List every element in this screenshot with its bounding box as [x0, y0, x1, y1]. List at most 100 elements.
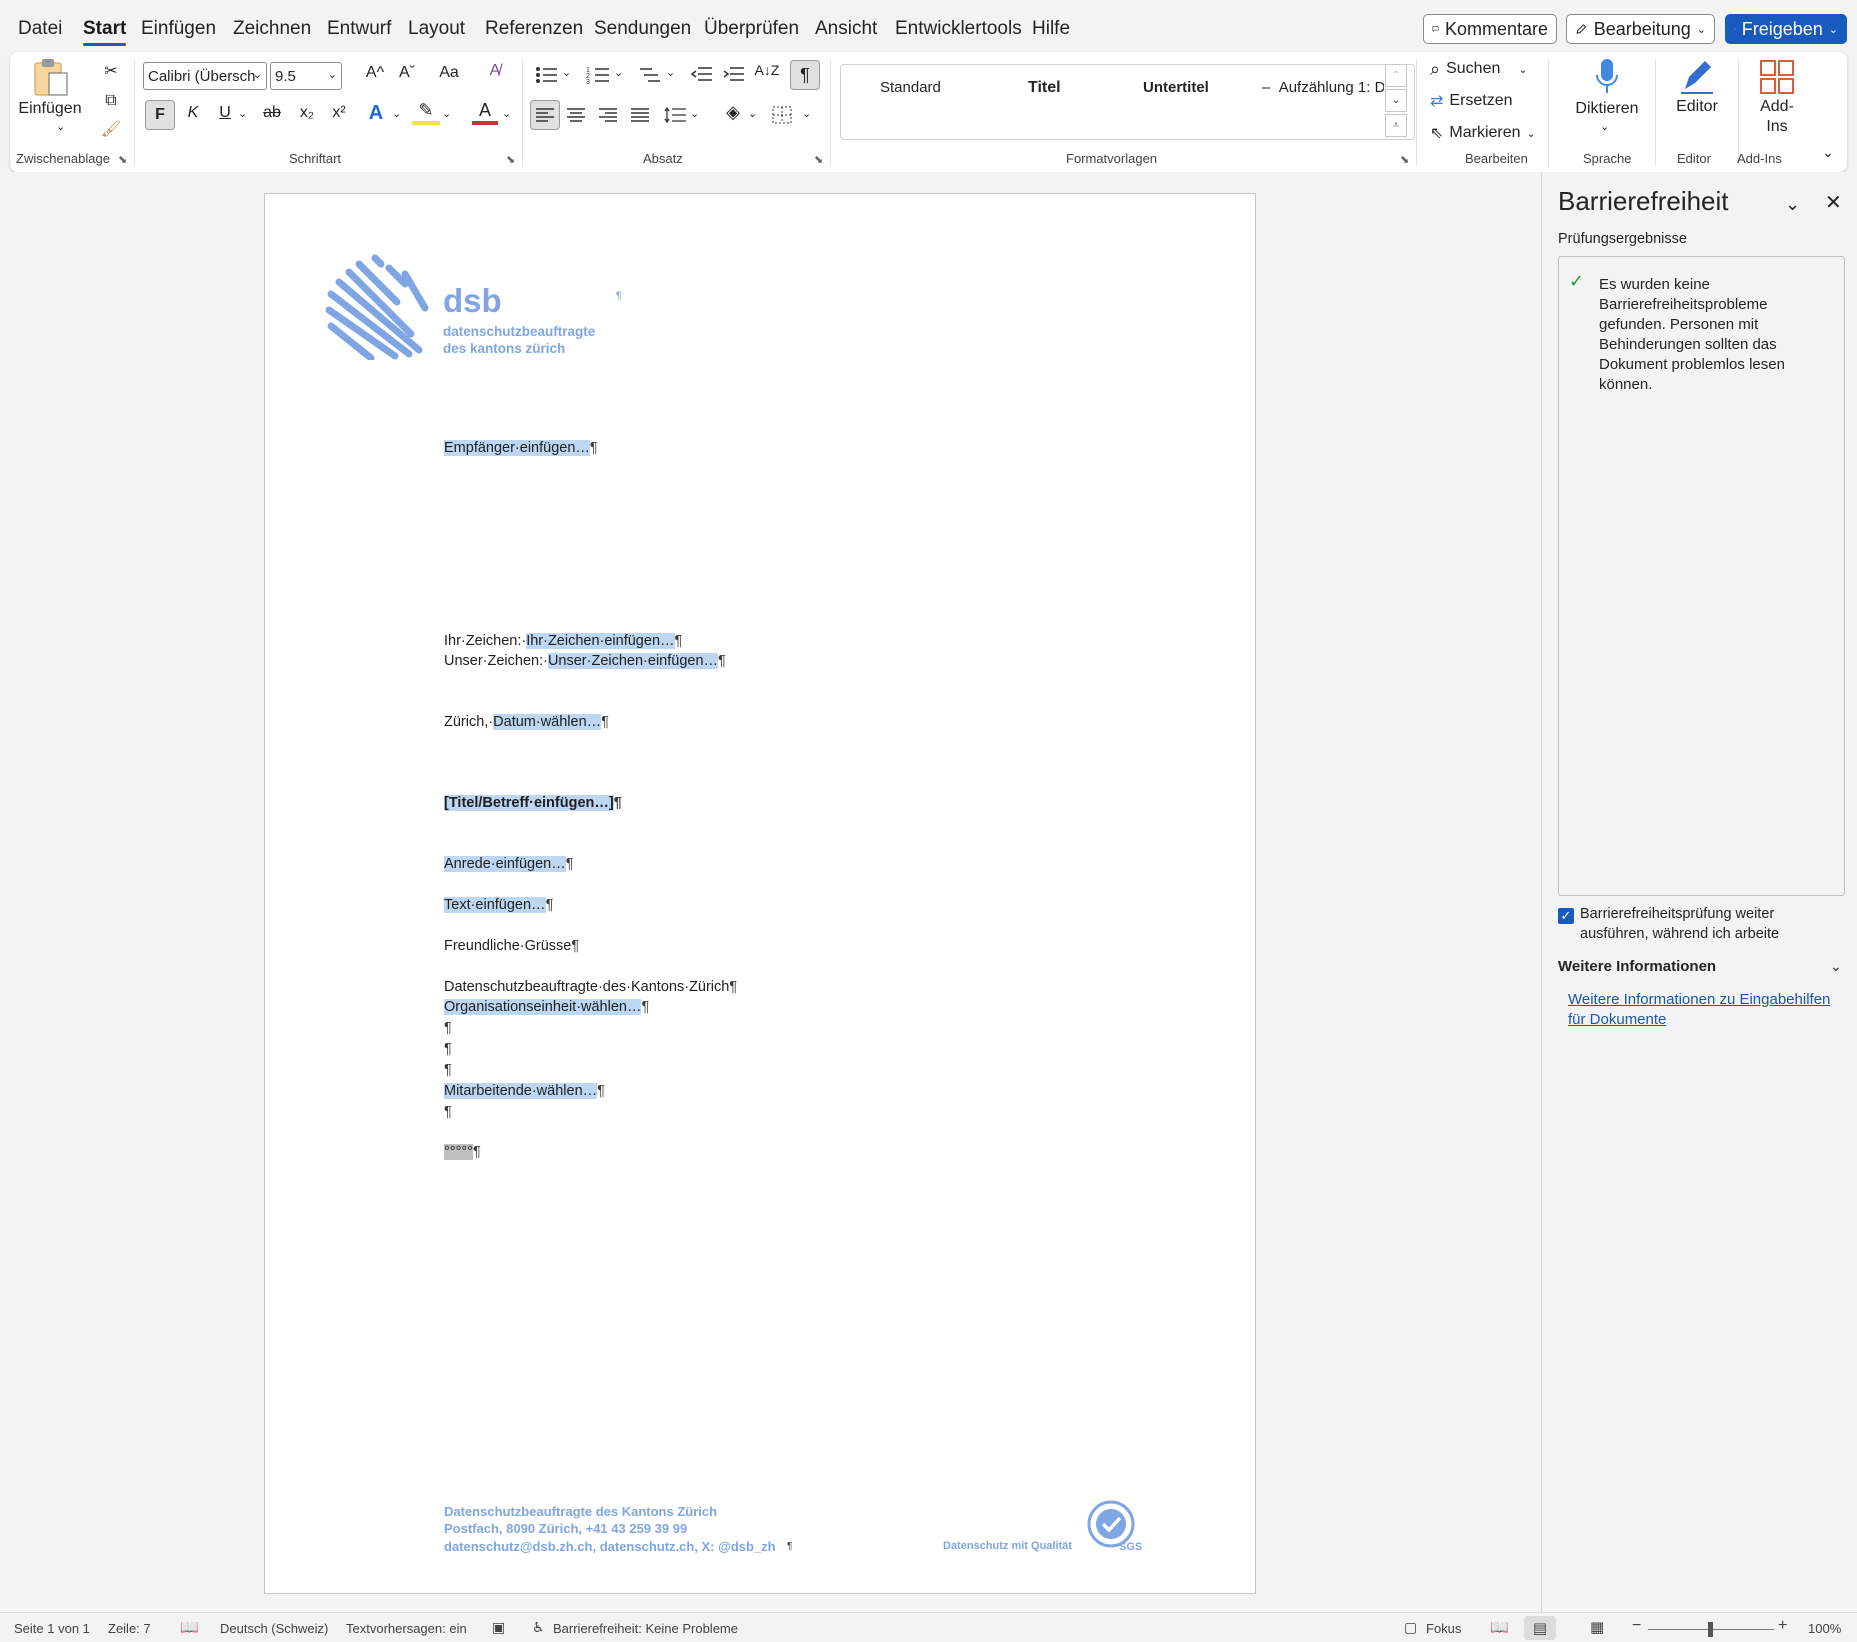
tab-datei[interactable]: Datei	[18, 18, 62, 40]
chevron-down-icon[interactable]: ⌄	[502, 107, 511, 120]
underline-button[interactable]: U	[212, 104, 238, 122]
zoom-out-icon[interactable]: −	[1632, 1617, 1641, 1635]
salutation-field[interactable]: Anrede·einfügen…	[444, 856, 566, 872]
salutation-line[interactable]: Anrede·einfügen…¶	[444, 856, 574, 872]
replace-button[interactable]: ⇄ Ersetzen	[1430, 88, 1513, 114]
staff-field[interactable]: Mitarbeitende·wählen…	[444, 1083, 598, 1099]
chevron-down-icon[interactable]: ⌄	[442, 107, 451, 120]
tab-hilfe[interactable]: Hilfe	[1032, 18, 1070, 40]
keep-running-label-line1[interactable]: Barrierefreiheitsprüfung weiter	[1580, 906, 1774, 922]
tab-sendungen[interactable]: Sendungen	[594, 18, 691, 40]
show-formatting-marks-button[interactable]: ¶	[790, 60, 820, 90]
zoom-slider-thumb[interactable]	[1708, 1622, 1713, 1637]
ribbon-collapse-chevron-icon[interactable]: ⌄	[1822, 144, 1834, 161]
ref-yours-line[interactable]: Ihr·Zeichen:·Ihr·Zeichen·einfügen…¶	[444, 633, 682, 649]
chevron-down-icon[interactable]: ⌄	[748, 107, 757, 120]
tab-referenzen[interactable]: Referenzen	[485, 18, 583, 40]
shading-icon[interactable]: ◈	[720, 102, 746, 123]
addins-label-line2[interactable]: Ins	[1746, 118, 1808, 136]
status-line[interactable]: Zeile: 7	[108, 1621, 151, 1636]
macro-recording-icon[interactable]: ▣	[492, 1619, 505, 1636]
justify-icon[interactable]	[630, 106, 650, 124]
ref-ours-field[interactable]: Unser·Zeichen·einfügen…	[547, 653, 719, 669]
body-line[interactable]: Text·einfügen…¶	[444, 897, 553, 913]
empty-paragraph[interactable]: ¶	[444, 1020, 452, 1036]
editor-label[interactable]: Editor	[1662, 98, 1732, 116]
find-button[interactable]: ⌕ Suchen ⌄	[1430, 56, 1528, 82]
style-titel[interactable]: Titel	[1028, 79, 1061, 97]
tab-start[interactable]: Start	[83, 18, 127, 46]
dialog-launcher-icon[interactable]: ⬊	[814, 153, 823, 166]
font-size-select[interactable]: 9.5 ⌄	[270, 62, 342, 90]
status-page[interactable]: Seite 1 von 1	[14, 1621, 90, 1636]
dictate-label[interactable]: Diktieren	[1570, 100, 1644, 118]
status-predictions[interactable]: Textvorhersagen: ein	[346, 1621, 467, 1636]
form-field-placeholder[interactable]: °°°°°	[444, 1144, 473, 1160]
cut-button[interactable]: ✂	[98, 58, 124, 84]
bold-button[interactable]: F	[145, 100, 175, 130]
text-effects-icon[interactable]: A	[362, 102, 390, 125]
chevron-down-icon[interactable]: ⌄	[666, 66, 675, 79]
align-center-icon[interactable]	[566, 106, 586, 124]
keep-running-checkbox[interactable]: ✓	[1558, 908, 1574, 924]
empty-paragraph[interactable]: ¶	[444, 1104, 452, 1120]
addins-button[interactable]	[1746, 56, 1808, 98]
staff-line[interactable]: Mitarbeitende·wählen…¶	[444, 1083, 605, 1099]
style-aufzaehlung[interactable]: – Aufzählung 1: D:	[1262, 79, 1384, 96]
copy-button[interactable]: ⧉	[98, 88, 124, 114]
format-painter-button[interactable]: 🖌	[98, 116, 124, 142]
chevron-down-icon[interactable]: ⌄	[1785, 194, 1800, 215]
line-spacing-icon[interactable]	[664, 106, 686, 124]
tab-entwicklertools[interactable]: Entwicklertools	[895, 18, 1022, 40]
chevron-down-icon[interactable]: ⌄	[802, 107, 811, 120]
font-name-select[interactable]: Calibri (Übersch ⌄	[143, 62, 267, 90]
subject-field[interactable]: [Titel/Betreff·einfügen…]	[444, 795, 614, 811]
ref-ours-line[interactable]: Unser·Zeichen:·Unser·Zeichen·einfügen…¶	[444, 653, 726, 669]
print-layout-icon[interactable]: ▤	[1524, 1616, 1556, 1640]
comments-button[interactable]: Kommentare	[1423, 14, 1557, 44]
share-button[interactable]: Freigeben ⌄	[1725, 14, 1847, 44]
tab-ueberpruefen[interactable]: Überprüfen	[704, 18, 799, 40]
dialog-launcher-icon[interactable]: ⬊	[118, 153, 127, 166]
clear-formatting-icon[interactable]: A̸	[482, 62, 508, 80]
sort-icon[interactable]: A↓Z	[754, 62, 780, 78]
subscript-button[interactable]: x₂	[294, 104, 320, 122]
chevron-down-icon[interactable]: ⌄	[1600, 120, 1609, 133]
strikethrough-button[interactable]: ab	[258, 104, 286, 122]
document-area[interactable]: dsb datenschutzbeauftragte des kantons z…	[0, 172, 1541, 1612]
subject-line[interactable]: [Titel/Betreff·einfügen…]¶	[444, 795, 622, 811]
chevron-down-icon[interactable]: ⌄	[238, 107, 247, 120]
chevron-down-icon[interactable]: ⌄	[690, 107, 699, 120]
font-color-button[interactable]: A	[472, 100, 498, 125]
focus-icon[interactable]: ▢	[1404, 1619, 1417, 1636]
grow-font-button[interactable]: A^	[362, 64, 388, 82]
chevron-down-icon[interactable]: ⌄	[614, 66, 623, 79]
italic-button[interactable]: K	[180, 104, 206, 122]
more-info-heading[interactable]: Weitere Informationen	[1558, 958, 1716, 975]
bullets-icon[interactable]	[534, 64, 558, 86]
chevron-down-icon[interactable]: ⌄	[56, 120, 65, 133]
tab-zeichnen[interactable]: Zeichnen	[233, 18, 311, 40]
dialog-launcher-icon[interactable]: ⬊	[1400, 153, 1409, 166]
superscript-button[interactable]: x²	[326, 104, 352, 122]
more-info-link[interactable]: Weitere Informationen zu Eingabehilfen f…	[1568, 990, 1838, 1030]
chevron-down-icon[interactable]: ⌄	[392, 107, 401, 120]
increase-indent-icon[interactable]	[722, 64, 746, 86]
recipient-field[interactable]: Empfänger·einfügen…	[444, 440, 590, 456]
empty-paragraph[interactable]: ¶	[444, 1062, 452, 1078]
chevron-down-icon[interactable]: ⌄	[562, 66, 571, 79]
styles-scroll-up[interactable]: ⌃	[1385, 64, 1407, 87]
org-unit-field[interactable]: Organisationseinheit·wählen…	[444, 999, 642, 1015]
status-zoom[interactable]: 100%	[1808, 1621, 1841, 1636]
align-right-icon[interactable]	[598, 106, 618, 124]
editing-mode-button[interactable]: Bearbeitung ⌄	[1566, 14, 1715, 44]
status-focus[interactable]: Fokus	[1426, 1621, 1461, 1636]
ref-yours-field[interactable]: Ihr·Zeichen·einfügen…	[526, 633, 675, 649]
paste-label[interactable]: Einfügen	[18, 100, 81, 118]
tab-ansicht[interactable]: Ansicht	[815, 18, 877, 40]
chevron-down-icon[interactable]: ⌄	[1830, 958, 1842, 975]
align-left-button[interactable]	[530, 100, 560, 130]
styles-more[interactable]: ⩡	[1385, 114, 1407, 137]
numbering-icon[interactable]: 123	[586, 64, 610, 86]
accessibility-person-icon[interactable]: ♿	[532, 1619, 545, 1636]
